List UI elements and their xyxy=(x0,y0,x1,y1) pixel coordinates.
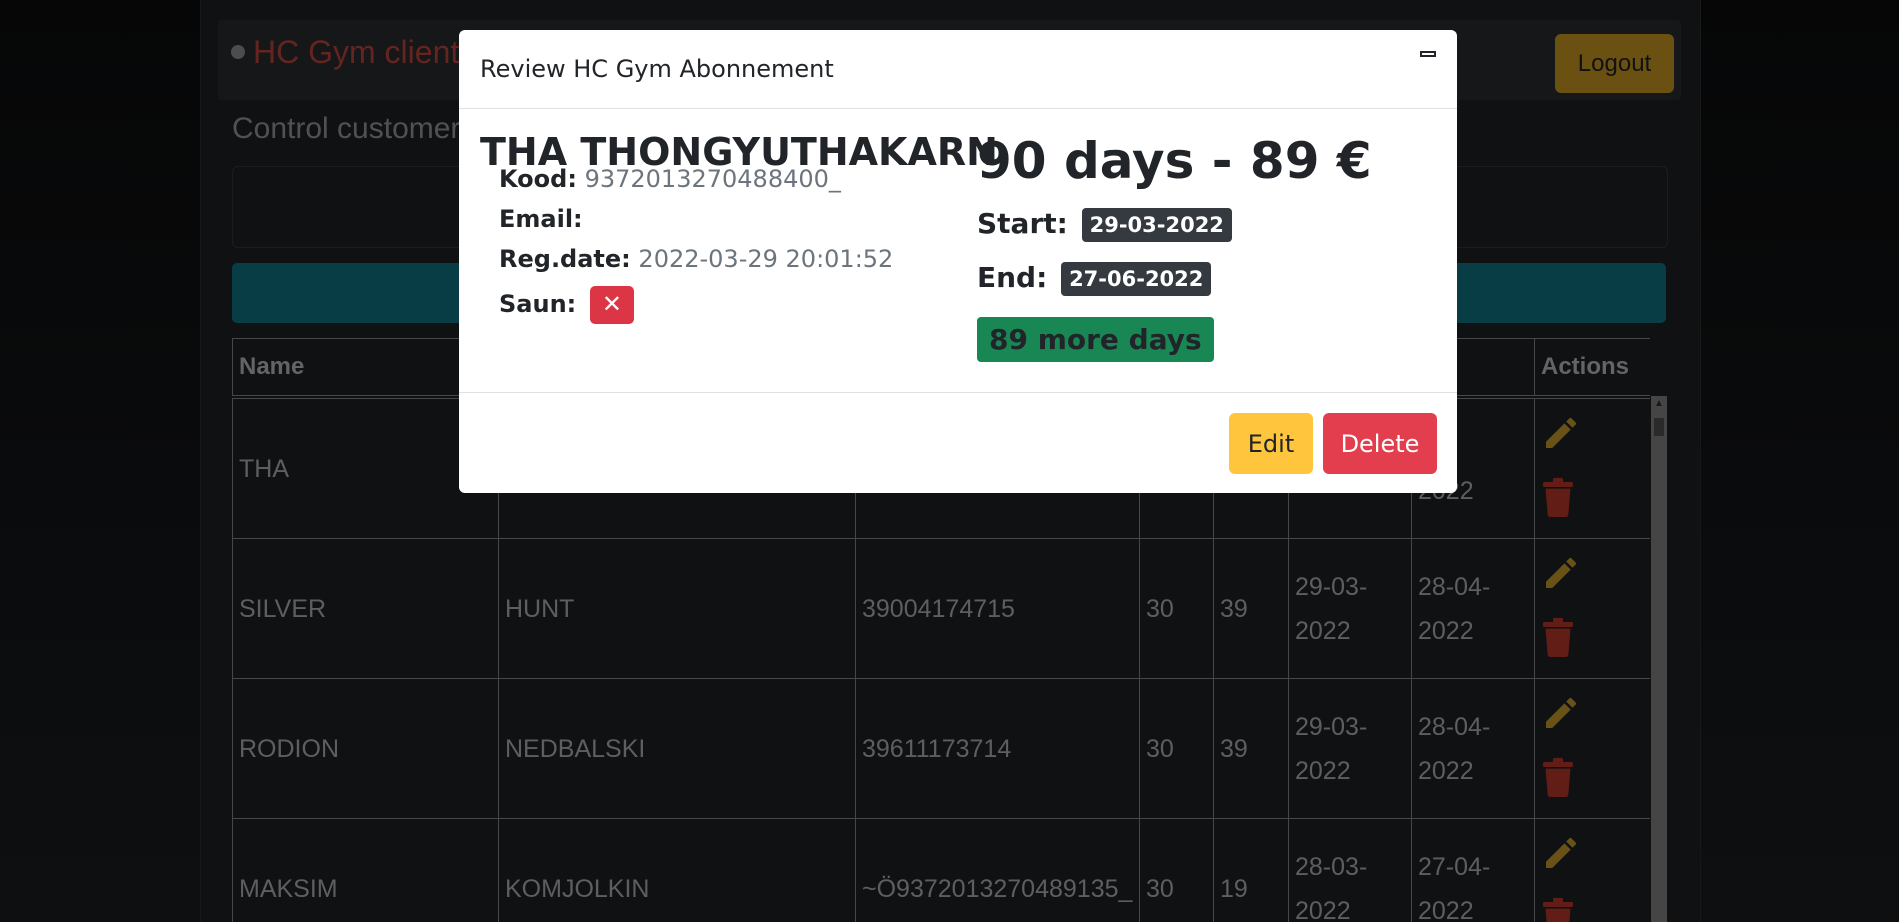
kood-value: 9372013270488400_ xyxy=(584,165,841,193)
regdate-value: 2022-03-29 20:01:52 xyxy=(638,245,894,273)
email-label: Email: xyxy=(499,205,583,233)
close-x-icon: ✕ xyxy=(589,286,634,324)
minimize-icon xyxy=(1420,51,1436,57)
subscription-review-modal: Review HC Gym Abonnement THA THONGYUTHAK… xyxy=(459,30,1457,493)
start-label: Start: xyxy=(977,207,1068,240)
kood-row: Kood: 9372013270488400_ xyxy=(499,165,841,193)
remaining-days-badge: 89 more days xyxy=(977,317,1214,362)
end-label: End: xyxy=(977,261,1048,294)
regdate-row: Reg.date: 2022-03-29 20:01:52 xyxy=(499,245,893,273)
modal-header: Review HC Gym Abonnement xyxy=(459,30,1457,109)
modal-footer: Edit Delete xyxy=(459,392,1457,494)
modal-title: Review HC Gym Abonnement xyxy=(480,55,834,83)
start-date-badge: 29-03-2022 xyxy=(1081,208,1232,242)
delete-button[interactable]: Delete xyxy=(1323,413,1437,474)
plan-summary: 90 days - 89 € xyxy=(977,132,1372,190)
email-row: Email: xyxy=(499,205,583,233)
end-date-badge: 27-06-2022 xyxy=(1061,262,1212,296)
saun-row: Saun: ✕ xyxy=(499,286,634,324)
end-row: End: 27-06-2022 xyxy=(977,261,1212,296)
kood-label: Kood: xyxy=(499,165,577,193)
saun-label: Saun: xyxy=(499,290,577,318)
start-row: Start: 29-03-2022 xyxy=(977,207,1232,242)
regdate-label: Reg.date: xyxy=(499,245,631,273)
minimize-button[interactable] xyxy=(1417,44,1443,64)
edit-button[interactable]: Edit xyxy=(1229,413,1313,474)
